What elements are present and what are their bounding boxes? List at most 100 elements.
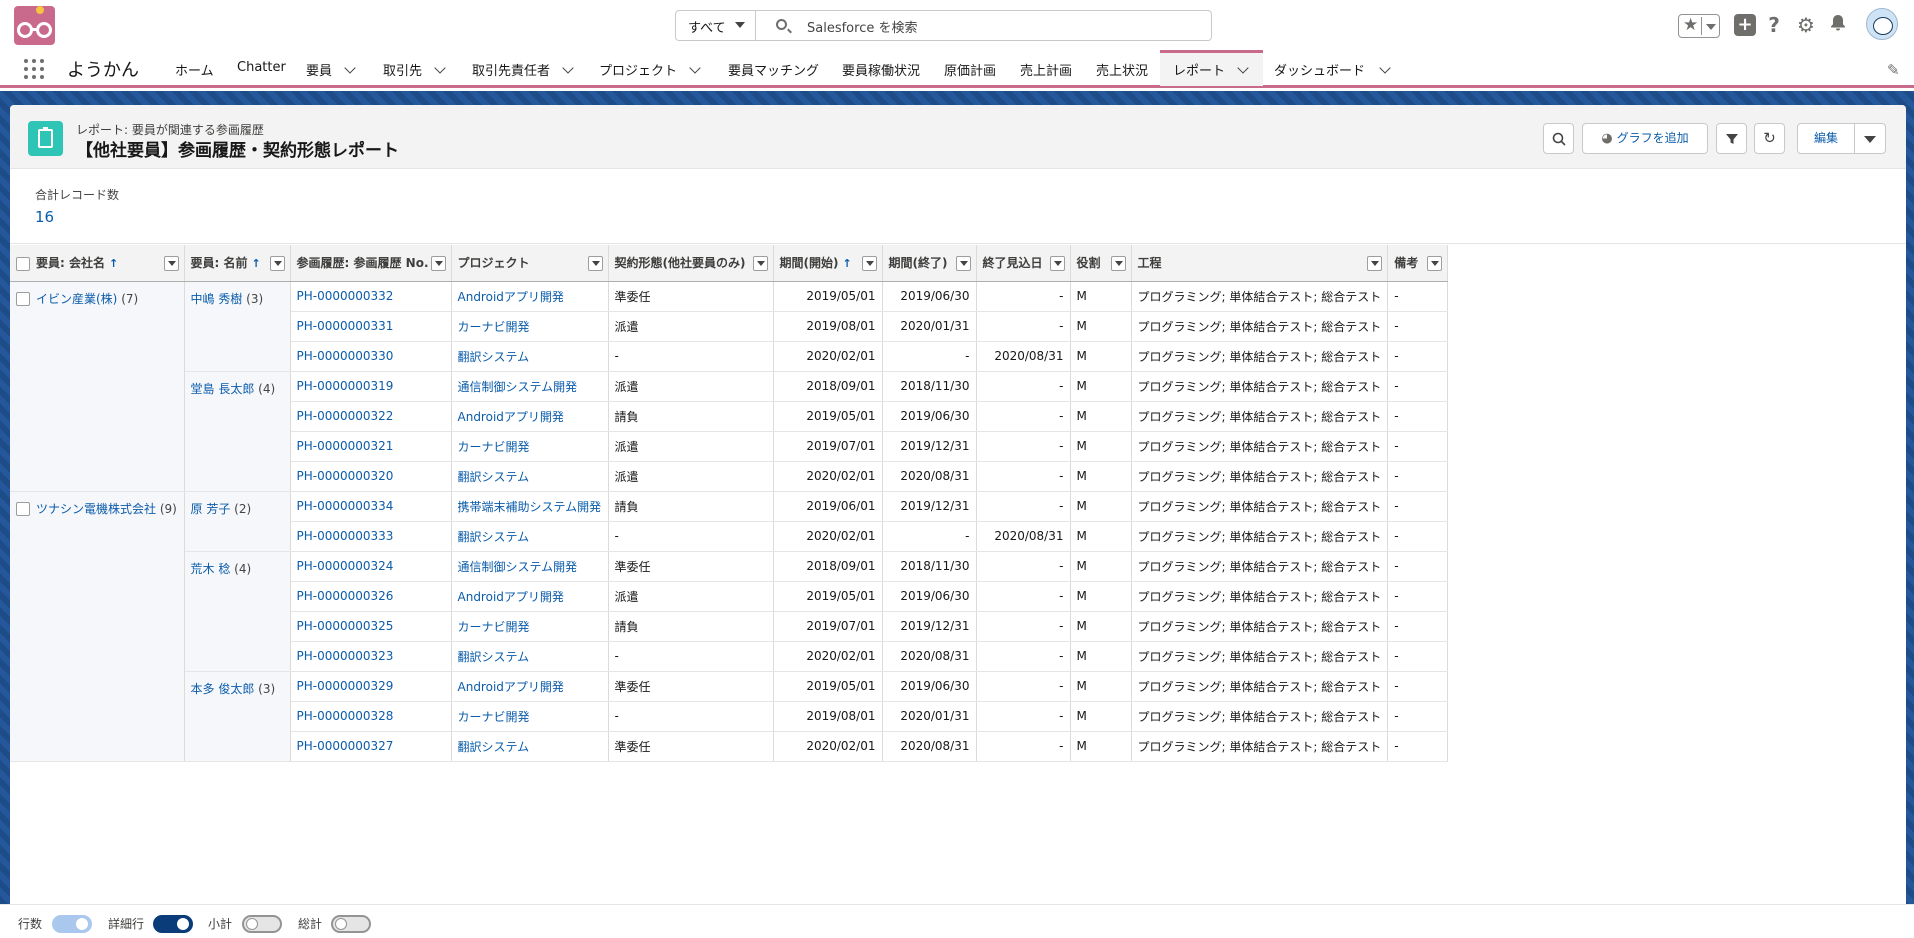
subtotals-toggle[interactable]	[242, 915, 282, 933]
edit-button[interactable]: 編集	[1797, 123, 1855, 154]
nav-item-staff-utilization[interactable]: 要員稼働状況	[842, 60, 920, 79]
project-link[interactable]: カーナビ開発	[458, 710, 530, 724]
add-chart-button[interactable]: ◕ グラフを追加	[1582, 123, 1708, 154]
history-no-link[interactable]: PH-0000000324	[297, 559, 394, 573]
nav-item-staff-matching[interactable]: 要員マッチング	[728, 60, 819, 79]
column-header-end-date[interactable]: 期間(終了)	[882, 245, 977, 282]
nav-item-projects[interactable]: プロジェクト	[599, 60, 677, 79]
chevron-down-icon[interactable]	[1379, 62, 1391, 74]
search-scope-dropdown[interactable]: すべて	[676, 11, 756, 40]
chevron-down-icon[interactable]	[689, 62, 701, 74]
column-header-expected-end[interactable]: 終了見込日	[976, 245, 1071, 282]
project-link[interactable]: 翻訳システム	[458, 740, 530, 754]
column-header-role[interactable]: 役割	[1070, 245, 1132, 282]
gear-icon[interactable]: ⚙	[1795, 14, 1817, 36]
search-input[interactable]: Salesforce を検索	[807, 17, 917, 36]
project-link[interactable]: Androidアプリ開発	[458, 290, 564, 304]
column-menu-icon[interactable]	[163, 256, 179, 271]
nav-item-accounts[interactable]: 取引先	[383, 60, 422, 79]
user-avatar[interactable]	[1866, 8, 1898, 40]
project-link[interactable]: 翻訳システム	[458, 470, 530, 484]
project-link[interactable]: カーナビ開発	[458, 620, 530, 634]
column-header-name[interactable]: 要員: 名前 ↑	[184, 245, 291, 282]
history-no-link[interactable]: PH-0000000321	[297, 439, 394, 453]
history-no-link[interactable]: PH-0000000331	[297, 319, 394, 333]
project-link[interactable]: Androidアプリ開発	[458, 680, 564, 694]
history-no-link[interactable]: PH-0000000319	[297, 379, 394, 393]
global-actions-plus-icon[interactable]: +	[1734, 14, 1756, 36]
column-menu-icon[interactable]	[1110, 256, 1126, 271]
more-actions-button[interactable]	[1854, 123, 1886, 154]
grand-total-toggle[interactable]	[331, 915, 371, 933]
column-menu-icon[interactable]	[430, 256, 446, 271]
person-link[interactable]: 中嶋 秀樹	[191, 292, 243, 306]
company-link[interactable]: イビン産業(株)	[36, 292, 117, 306]
column-menu-icon[interactable]	[1049, 256, 1065, 271]
nav-item-cost-plan[interactable]: 原価計画	[944, 60, 996, 79]
project-link[interactable]: 翻訳システム	[458, 350, 530, 364]
project-link[interactable]: カーナビ開発	[458, 320, 530, 334]
global-search[interactable]: すべて Salesforce を検索	[675, 10, 1212, 41]
group-checkbox[interactable]	[16, 292, 30, 306]
favorites-button[interactable]: ★	[1678, 14, 1720, 38]
app-launcher-icon[interactable]	[24, 59, 44, 79]
nav-item-sales-status[interactable]: 売上状況	[1096, 60, 1148, 79]
project-link[interactable]: 翻訳システム	[458, 650, 530, 664]
history-no-link[interactable]: PH-0000000326	[297, 589, 394, 603]
nav-item-contacts[interactable]: 取引先責任者	[472, 60, 550, 79]
edit-nav-pencil-icon[interactable]: ✎	[1887, 61, 1900, 79]
chevron-down-icon[interactable]	[344, 62, 356, 74]
nav-item-staff[interactable]: 要員	[306, 60, 332, 79]
history-no-link[interactable]: PH-0000000329	[297, 679, 394, 693]
nav-item-dashboards[interactable]: ダッシュボード	[1274, 60, 1365, 79]
column-menu-icon[interactable]	[955, 256, 971, 271]
history-no-link[interactable]: PH-0000000322	[297, 409, 394, 423]
project-link[interactable]: 翻訳システム	[458, 530, 530, 544]
column-header-start-date[interactable]: 期間(開始) ↑	[773, 245, 883, 282]
column-menu-icon[interactable]	[1367, 256, 1383, 271]
project-link[interactable]: Androidアプリ開発	[458, 410, 564, 424]
chevron-down-icon[interactable]	[562, 62, 574, 74]
column-header-project[interactable]: プロジェクト	[451, 245, 609, 282]
project-link[interactable]: カーナビ開発	[458, 440, 530, 454]
filter-button[interactable]	[1716, 123, 1747, 154]
nav-item-sales-plan[interactable]: 売上計画	[1020, 60, 1072, 79]
favorites-menu-icon[interactable]	[1706, 24, 1716, 30]
history-no-link[interactable]: PH-0000000320	[297, 469, 394, 483]
project-link[interactable]: 携帯端末補助システム開発	[458, 500, 602, 514]
history-no-link[interactable]: PH-0000000325	[297, 619, 394, 633]
history-no-link[interactable]: PH-0000000323	[297, 649, 394, 663]
nav-item-home[interactable]: ホーム	[175, 60, 214, 79]
search-report-button[interactable]	[1543, 123, 1574, 154]
bell-icon[interactable]	[1827, 14, 1849, 36]
history-no-link[interactable]: PH-0000000333	[297, 529, 394, 543]
history-no-link[interactable]: PH-0000000334	[297, 499, 394, 513]
column-menu-icon[interactable]	[269, 256, 285, 271]
nav-item-reports[interactable]: レポート	[1173, 60, 1225, 79]
column-menu-icon[interactable]	[752, 256, 768, 271]
column-menu-icon[interactable]	[587, 256, 603, 271]
person-link[interactable]: 本多 俊太郎	[191, 682, 255, 696]
column-header-contract-type[interactable]: 契約形態(他社要員のみ)	[608, 245, 774, 282]
org-logo[interactable]	[14, 6, 55, 45]
row-counts-toggle[interactable]	[52, 915, 92, 933]
history-no-link[interactable]: PH-0000000330	[297, 349, 394, 363]
refresh-button[interactable]: ↻	[1754, 123, 1785, 154]
person-link[interactable]: 荒木 稔	[191, 562, 231, 576]
detail-rows-toggle[interactable]	[153, 915, 193, 933]
history-no-link[interactable]: PH-0000000327	[297, 739, 394, 753]
chevron-down-icon[interactable]	[434, 62, 446, 74]
column-header-company[interactable]: 要員: 会社名 ↑	[10, 245, 185, 282]
project-link[interactable]: Androidアプリ開発	[458, 590, 564, 604]
project-link[interactable]: 通信制御システム開発	[458, 560, 578, 574]
nav-item-chatter[interactable]: Chatter	[237, 60, 286, 75]
help-icon[interactable]: ?	[1763, 14, 1785, 36]
column-menu-icon[interactable]	[861, 256, 877, 271]
column-menu-icon[interactable]	[1427, 256, 1443, 271]
company-link[interactable]: ツナシン電機株式会社	[36, 502, 156, 516]
column-header-process[interactable]: 工程	[1131, 245, 1389, 282]
column-header-history-no[interactable]: 参画履歴: 参画履歴 No.	[290, 245, 452, 282]
group-checkbox[interactable]	[16, 502, 30, 516]
project-link[interactable]: 通信制御システム開発	[458, 380, 578, 394]
person-link[interactable]: 堂島 長太郎	[191, 382, 255, 396]
